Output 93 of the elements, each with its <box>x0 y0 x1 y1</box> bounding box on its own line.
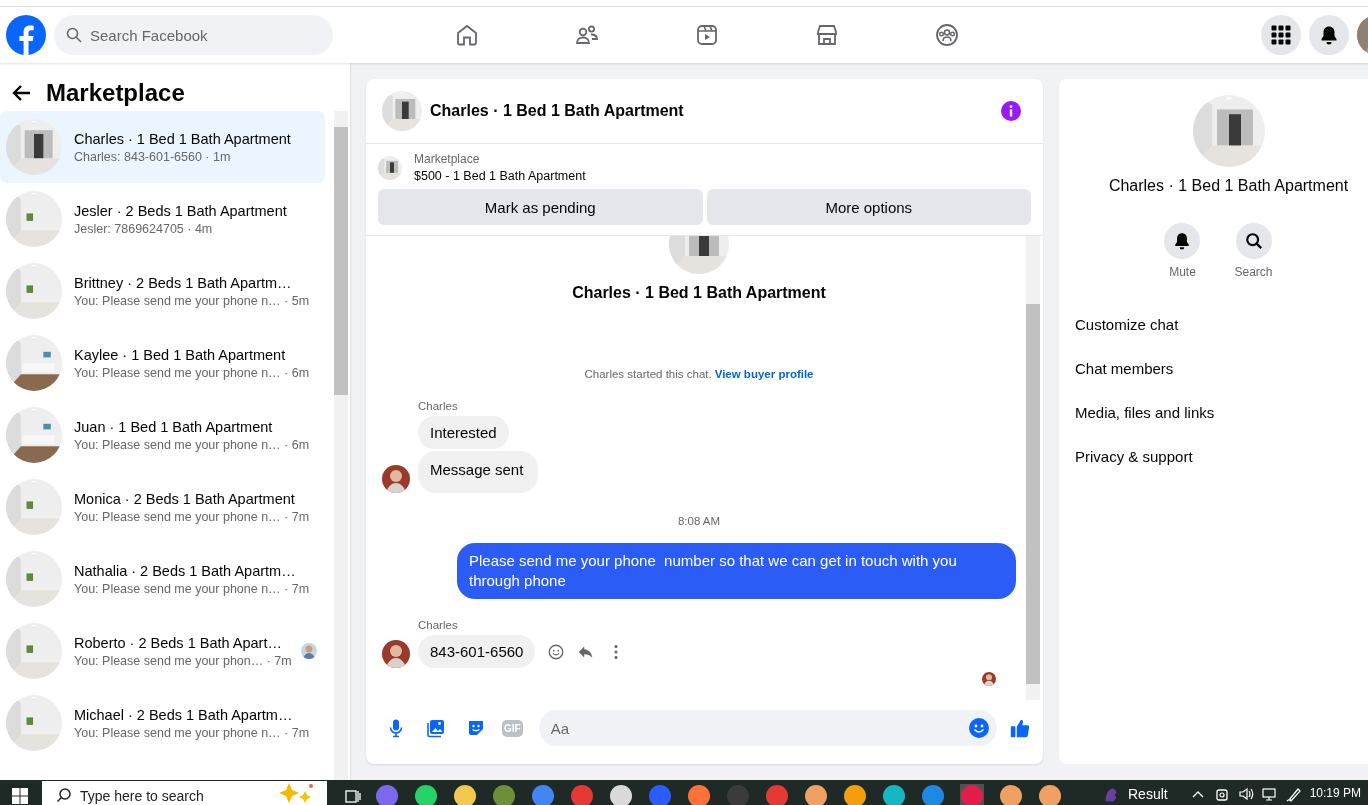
chat-preview: Jesler: 7869624705 · 4m <box>74 221 214 236</box>
chat-item[interactable]: Nathalia · 2 Beds 1 Bath Apartm… You: Please send me your phone n… · 7m <box>0 543 325 615</box>
message-input[interactable]: Aa <box>538 710 997 746</box>
info-icon[interactable] <box>1001 101 1021 121</box>
chat-preview: You: Please send me your phone n… · 5m <box>74 293 311 308</box>
chat-item[interactable]: Monica · 2 Beds 1 Bath Apartment You: Please send me your phone n… · 7m <box>0 471 325 543</box>
friends-icon[interactable] <box>575 23 599 47</box>
app-icon[interactable] <box>453 784 477 805</box>
chat-title: Charles · 1 Bed 1 Bath Apartment <box>74 130 292 147</box>
app-icon[interactable] <box>999 784 1023 805</box>
app-icon[interactable] <box>882 784 906 805</box>
home-icon[interactable] <box>455 23 479 47</box>
groups-icon[interactable] <box>935 23 959 47</box>
chat-title: Kaylee · 1 Bed 1 Bath Apartment <box>74 346 287 363</box>
chat-preview: You: Please send me your phon… · 7m <box>74 653 293 668</box>
timestamp: 8:08 AM <box>677 515 721 527</box>
app-icon[interactable] <box>414 784 438 805</box>
action-button[interactable]: Mark as pending <box>378 189 703 225</box>
chat-title: Michael · 2 Beds 1 Bath Apartm… <box>74 706 294 723</box>
store-icon[interactable] <box>815 23 839 47</box>
chat-title: Juan · 1 Bed 1 Bath Apartment <box>74 418 274 435</box>
search-button[interactable] <box>1235 223 1272 259</box>
emoji-icon[interactable] <box>969 718 989 738</box>
chat-preview: Charles: 843-601-6560 · 1m <box>74 149 232 164</box>
menu-item[interactable]: Chat members <box>1075 347 1215 391</box>
message-bubble: 843-601-6560 <box>418 635 536 668</box>
thread-title: Charles · 1 Bed 1 Bath Apartment <box>572 284 826 302</box>
chat-preview: You: Please send me your phone n… · 7m <box>74 725 311 740</box>
chat-title: Monica · 2 Beds 1 Bath Apartment <box>74 490 296 507</box>
menu-item[interactable]: Privacy & support <box>1075 435 1215 479</box>
app-icon[interactable] <box>687 784 711 805</box>
search-icon <box>56 787 72 803</box>
camera-icon[interactable] <box>1213 786 1230 802</box>
taskbar-search-field[interactable]: Type here to search <box>42 781 327 805</box>
search-icon <box>1244 232 1263 250</box>
app-icon[interactable] <box>1038 784 1062 805</box>
mute-button[interactable] <box>1164 223 1201 259</box>
scrollbar[interactable] <box>1026 236 1040 700</box>
grid-icon <box>1271 25 1291 45</box>
action-label: Search <box>1234 265 1273 279</box>
search-icon <box>66 27 82 43</box>
chat-preview: You: Please send me your phone n… · 6m <box>74 365 311 380</box>
back-arrow-icon[interactable] <box>12 83 32 103</box>
page-title: Marketplace <box>46 79 185 107</box>
notifications-button[interactable] <box>1309 15 1349 55</box>
chat-item[interactable]: Kaylee · 1 Bed 1 Bath Apartment You: Please send me your phone n… · 6m <box>0 327 325 399</box>
chat-item[interactable]: Brittney · 2 Beds 1 Bath Apartm… You: Please send me your phone n… · 5m <box>0 255 325 327</box>
app-icon[interactable] <box>843 784 867 805</box>
chat-item[interactable]: Michael · 2 Beds 1 Bath Apartm… You: Please send me your phone n… · 7m <box>0 687 325 759</box>
facebook-logo[interactable] <box>6 15 46 55</box>
menu-item[interactable]: Media, files and links <box>1075 391 1215 435</box>
chat-item[interactable]: Charles · 1 Bed 1 Bath Apartment Charles: 843-601-6560 · 1m <box>0 111 325 183</box>
chat-item[interactable]: Jesler · 2 Beds 1 Bath Apartment Jesler: 7869624705 · 4m <box>0 183 325 255</box>
message-bubble: Please send me your phone number so that we can get in touch with you through phone <box>457 543 1016 599</box>
message-bubble: Message sent <box>418 451 539 493</box>
chat-preview: You: Please send me your phone n… · 7m <box>74 509 311 524</box>
thumbs-up-icon[interactable] <box>1009 717 1031 739</box>
chat-title: Brittney · 2 Beds 1 Bath Apartm… <box>74 274 293 291</box>
contact-title: Charles · 1 Bed 1 Bath Apartment <box>1108 177 1349 195</box>
menu-button[interactable] <box>1261 15 1301 55</box>
action-label: Mute <box>1169 265 1196 279</box>
chat-title: Jesler · 2 Beds 1 Bath Apartment <box>74 202 288 219</box>
clock-time[interactable]: 10:19 PM <box>1309 786 1362 800</box>
sender-name: Charles <box>418 400 459 412</box>
widget-label[interactable]: Result <box>1128 786 1168 802</box>
emoji-icon[interactable] <box>547 642 566 661</box>
pen-icon[interactable] <box>1285 786 1302 802</box>
conversation-title: Charles · 1 Bed 1 Bath Apartment <box>430 102 684 120</box>
chat-title: Roberto · 2 Beds 1 Bath Apart… <box>74 634 283 651</box>
search-field[interactable]: Search Facebook <box>54 15 333 55</box>
chat-preview: You: Please send me your phone n… · 7m <box>74 581 311 596</box>
sender-name: Charles <box>418 619 459 631</box>
task-view-icon[interactable] <box>345 788 361 804</box>
listing-label: Marketplace <box>414 152 481 166</box>
action-button[interactable]: More options <box>706 189 1031 225</box>
message-bubble: Interested <box>418 416 509 449</box>
bell-icon <box>1173 232 1192 250</box>
scrollbar[interactable] <box>334 111 348 780</box>
chat-preview: You: Please send me your phone n… · 6m <box>74 437 311 452</box>
network-icon[interactable] <box>1261 786 1278 802</box>
app-icon[interactable] <box>609 784 633 805</box>
chat-item[interactable]: Roberto · 2 Beds 1 Bath Apart… You: Please send me your phon… · 7m <box>0 615 325 687</box>
chat-title: Nathalia · 2 Beds 1 Bath Apartm… <box>74 562 297 579</box>
video-icon[interactable] <box>695 23 719 47</box>
menu-item[interactable]: Customize chat <box>1075 303 1215 347</box>
buyer-profile-link[interactable]: View buyer profile <box>714 368 814 380</box>
chat-started-note: Charles started this chat. <box>584 368 712 380</box>
speaker-icon[interactable] <box>1237 786 1254 802</box>
chat-item[interactable]: Juan · 1 Bed 1 Bath Apartment You: Please send me your phone n… · 6m <box>0 399 325 471</box>
bell-icon <box>1319 25 1339 45</box>
listing-title: $500 - 1 Bed 1 Bath Apartment <box>414 169 586 183</box>
windows-start-icon[interactable] <box>12 788 28 804</box>
app-icon[interactable] <box>804 784 828 805</box>
